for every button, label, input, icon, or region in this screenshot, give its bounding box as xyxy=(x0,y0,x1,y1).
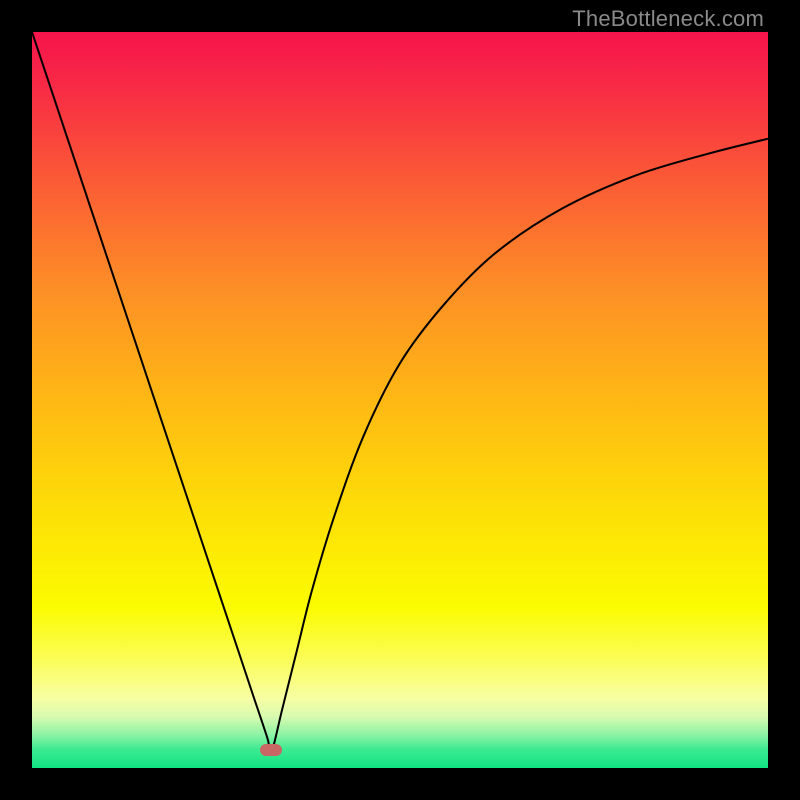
bottleneck-curve xyxy=(32,32,768,768)
watermark-label: TheBottleneck.com xyxy=(572,6,764,32)
chart-frame: TheBottleneck.com xyxy=(0,0,800,800)
optimum-marker xyxy=(260,744,282,756)
plot-area xyxy=(32,32,768,768)
curve-path xyxy=(32,32,768,755)
